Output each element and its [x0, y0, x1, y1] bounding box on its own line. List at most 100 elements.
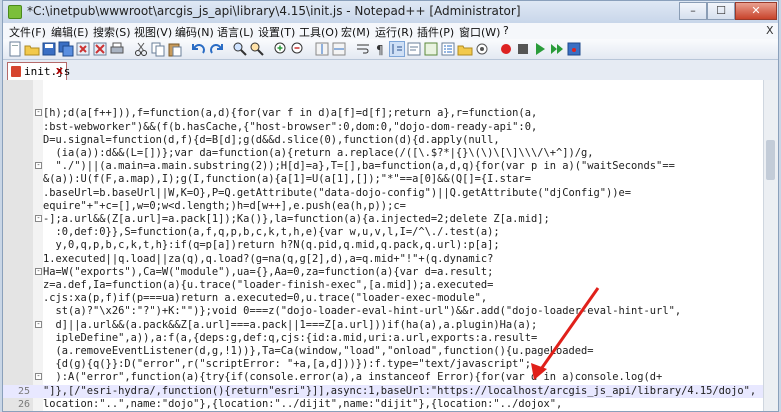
code-line[interactable]: st(a)?"\x26":"?")+K:"")};void 0===z("doj…	[3, 305, 764, 318]
menu-help[interactable]: ?	[503, 24, 509, 37]
code-line[interactable]: &(a)):U(f(F,a.map),I);g(I,function(a){a[…	[3, 173, 764, 186]
code-line[interactable]: equire"+"+c=[],w=0;w<d.length;)h=d[w++],…	[3, 200, 764, 213]
close-all-icon[interactable]	[92, 41, 108, 57]
code-line[interactable]: - -];a.url&&(Z[a.url]=a.pack[1]);Ka()},la…	[3, 213, 764, 226]
record-macro-icon[interactable]	[498, 41, 514, 57]
tab-init-js[interactable]: init.js x	[7, 62, 70, 80]
save-macro-icon[interactable]	[566, 41, 582, 57]
word-wrap-icon[interactable]	[355, 41, 371, 57]
scrollbar-thumb[interactable]	[766, 140, 775, 180]
minimize-button[interactable]: –	[679, 2, 707, 20]
save-icon[interactable]	[41, 41, 57, 57]
code-text: "]},[/"esri-hydra/,function(){return"esr…	[43, 385, 757, 397]
code-line[interactable]: 26 location:"..",name:"dojo"},{location:"…	[3, 398, 764, 411]
code-line[interactable]	[3, 94, 764, 107]
title-bar[interactable]: *C:\inetpub\wwwroot\arcgis_js_api\librar…	[3, 1, 778, 24]
code-line[interactable]: - ):A("error",function(a){try{if(console…	[3, 371, 764, 384]
code-line[interactable]: - "./")||(a.main=a.main.substring(2));H[…	[3, 160, 764, 173]
code-line[interactable]: (ia(a)):d&&(L=[])};var da=function(a){re…	[3, 147, 764, 160]
fold-toggle-icon[interactable]: -	[35, 109, 42, 116]
redo-icon[interactable]	[208, 41, 224, 57]
open-file-icon[interactable]	[24, 41, 40, 57]
menu-file[interactable]: 文件(F)	[9, 24, 46, 40]
zoom-out-icon[interactable]	[290, 41, 306, 57]
code-line[interactable]: - Ha=W("exports"),Ca=W("module"),ua={},Aa…	[3, 266, 764, 279]
code-line[interactable]: ipleDefine",a)),a:f(a,{deps:g,def:q,cjs:…	[3, 332, 764, 345]
code-line[interactable]: 1.executed||q.load||za(q),q.load?(g=na(q…	[3, 253, 764, 266]
code-line[interactable]: .cjs:xa(p,f)if(p===ua)return a.executed=…	[3, 292, 764, 305]
menu-edit[interactable]: 编辑(E)	[51, 24, 89, 40]
vertical-scrollbar[interactable]	[763, 80, 778, 411]
close-button[interactable]: ✕	[735, 2, 777, 20]
monitoring-icon[interactable]	[474, 41, 490, 57]
find-icon[interactable]	[232, 41, 248, 57]
svg-text:¶: ¶	[376, 43, 384, 57]
menu-tools[interactable]: 工具(O)	[299, 24, 338, 40]
code-line[interactable]: (a.removeEventListener(d,g,!1))},Ta=Ca(w…	[3, 345, 764, 358]
code-line[interactable]	[3, 81, 764, 94]
menu-search[interactable]: 搜索(S)	[93, 24, 131, 40]
code-line[interactable]: y,0,q,p,b,c,k,t,h}:if(q=p[a])return h?N(…	[3, 239, 764, 252]
code-line[interactable]: D=u.signal=function(d,f){d=B[d];g(d&&d.s…	[3, 134, 764, 147]
tab-close-icon[interactable]: x	[56, 64, 63, 77]
stop-recording-icon[interactable]	[515, 41, 531, 57]
code-line[interactable]: .baseUrl=b.baseUrl||W,K=O},P=Q.getAttrib…	[3, 187, 764, 200]
play-macro-icon[interactable]	[532, 41, 548, 57]
code-line[interactable]: :0,def:0}},S=function(a,f,q,p,b,c,k,t,h,…	[3, 226, 764, 239]
code-line[interactable]: {d(g){q(}}:D("error",r("scriptError: "+a…	[3, 358, 764, 371]
play-macro-multiple-icon[interactable]	[549, 41, 565, 57]
folder-workspace-icon[interactable]	[457, 41, 473, 57]
function-list-icon[interactable]	[440, 41, 456, 57]
zoom-in-icon[interactable]	[273, 41, 289, 57]
menu-window[interactable]: 窗口(W)	[459, 24, 500, 40]
code-text: equire"+"+c=[],w=0;w<d.length;)h=d[w++],…	[43, 200, 406, 212]
menu-view[interactable]: 视图(V)	[134, 24, 172, 40]
fold-toggle-icon[interactable]: -	[35, 373, 42, 380]
code-line[interactable]: 25 "]},[/"esri-hydra/,function(){return"e…	[3, 385, 764, 398]
notepadpp-app-icon	[8, 5, 22, 19]
menu-language[interactable]: 语言(L)	[217, 24, 254, 40]
cut-icon[interactable]	[133, 41, 149, 57]
maximize-button[interactable]: ☐	[707, 2, 735, 20]
print-icon[interactable]	[109, 41, 125, 57]
replace-icon[interactable]	[249, 41, 265, 57]
code-line[interactable]: - d]||a.url&&(a.pack&&Z[a.url]===a.pack|…	[3, 319, 764, 332]
menu-close-document[interactable]: X	[766, 24, 774, 37]
undo-icon[interactable]	[191, 41, 207, 57]
new-file-icon[interactable]	[7, 41, 23, 57]
code-line[interactable]: - [h);d(a[f++])),f=function(a,d){for(var …	[3, 107, 764, 120]
unsaved-file-icon	[11, 66, 21, 77]
code-text: .baseUrl=b.baseUrl||W,K=O},P=Q.getAttrib…	[43, 187, 632, 199]
code-text: (ia(a)):d&&(L=[])};var da=function(a){re…	[43, 147, 594, 159]
menu-settings[interactable]: 设置(T)	[258, 24, 295, 40]
indent-guide-icon[interactable]	[389, 41, 405, 57]
sync-vertical-icon[interactable]	[314, 41, 330, 57]
code-editor[interactable]: - [h);d(a[f++])),f=function(a,d){for(var …	[3, 80, 778, 411]
code-text: D=u.signal=function(d,f){d=B[d];g(d&&d.s…	[43, 134, 500, 146]
code-text: [h);d(a[f++])),f=function(a,d){for(var f…	[43, 107, 538, 119]
fold-toggle-icon[interactable]: -	[35, 321, 42, 328]
fold-toggle-icon[interactable]: -	[35, 162, 42, 169]
menu-plugins[interactable]: 插件(P)	[417, 24, 454, 40]
menu-run[interactable]: 运行(R)	[375, 24, 413, 40]
code-text: "./")||(a.main=a.main.substring(2));H[d]…	[43, 160, 675, 172]
close-file-icon[interactable]	[75, 41, 91, 57]
fold-toggle-icon[interactable]: -	[35, 215, 42, 222]
sync-horizontal-icon[interactable]	[331, 41, 347, 57]
save-all-icon[interactable]	[58, 41, 74, 57]
menu-macro[interactable]: 宏(M)	[341, 24, 370, 40]
code-line[interactable]: :bst-webworker")&&(f(b.hasCache,{"host-b…	[3, 121, 764, 134]
fold-toggle-icon[interactable]: -	[35, 268, 42, 275]
line-number: 26	[17, 399, 30, 410]
copy-icon[interactable]	[150, 41, 166, 57]
paste-icon[interactable]	[167, 41, 183, 57]
toolbar: ¶	[3, 39, 778, 60]
code-text: {d(g){q(}}:D("error",r("scriptError: "+a…	[43, 358, 531, 370]
code-line[interactable]: z=a.def,Ia=function(a){u.trace("loader-f…	[3, 279, 764, 292]
menu-encoding[interactable]: 编码(N)	[175, 24, 214, 40]
code-text: 1.executed||q.load||za(q),q.load?(g=na(q…	[43, 253, 494, 265]
doc-map-icon[interactable]	[423, 41, 439, 57]
show-all-chars-icon[interactable]: ¶	[372, 41, 388, 57]
user-language-icon[interactable]	[406, 41, 422, 57]
code-text: -];a.url&&(Z[a.url]=a.pack[1]);Ka()},la=…	[43, 213, 550, 225]
